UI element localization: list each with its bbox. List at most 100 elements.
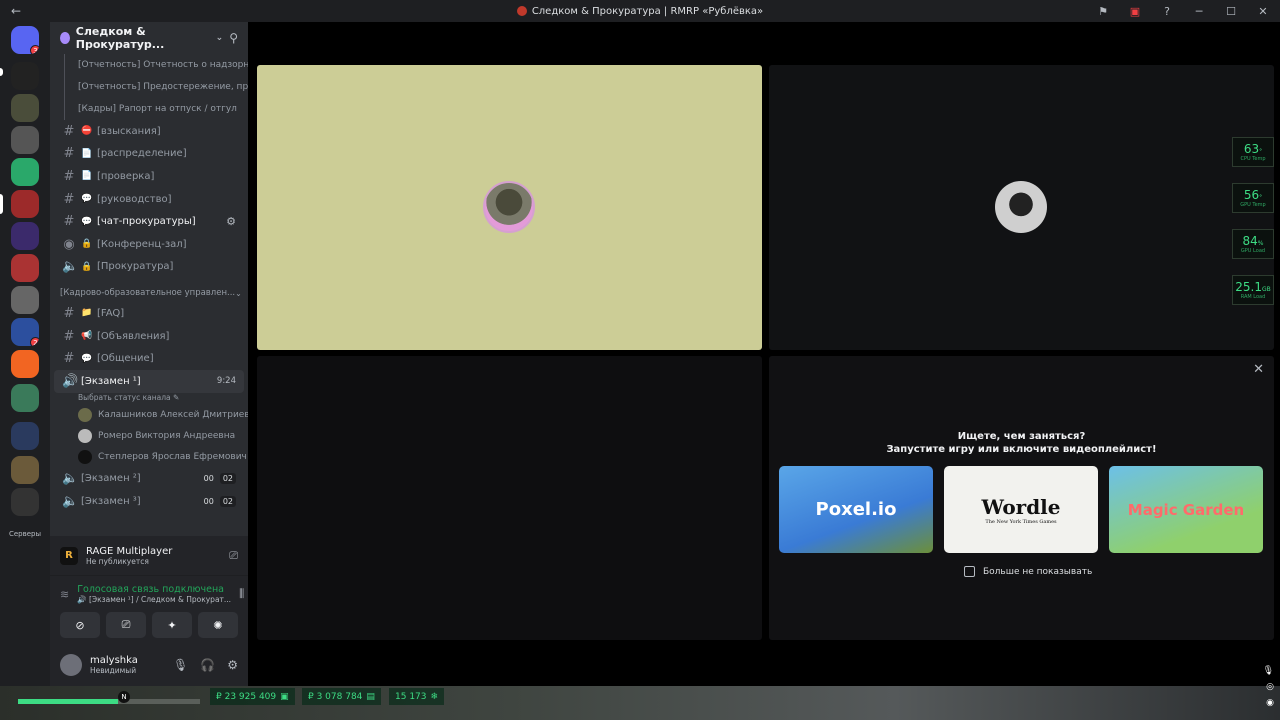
game-list: Poxel.io Wordle The New York Times Games… — [779, 466, 1263, 553]
voice-channel-path[interactable]: 🔊 [Экзамен ¹] / Следком & Прокурат... — [77, 595, 231, 604]
channel-label: [Общение] — [97, 353, 154, 365]
settings-icon[interactable]: ⚙ — [227, 658, 238, 672]
hash-icon: # — [63, 328, 75, 344]
stream-game-icon[interactable]: ⎚ — [229, 549, 238, 563]
voice-channel-item[interactable]: 🔈 [Экзамен ³] 00 02 — [54, 490, 244, 513]
thread-item[interactable]: [Отчетность] Предостережение, пре... — [50, 76, 248, 98]
channel-item[interactable]: # 📄 [проверка] — [54, 165, 244, 188]
server-header[interactable]: Следком & Прокуратур... ⌄ ⚲ — [50, 22, 248, 54]
rage-logo-icon: R — [60, 546, 78, 565]
server-icon-sledkom[interactable] — [11, 190, 39, 218]
cash-value: ₽ 23 925 409 — [216, 691, 277, 702]
server-icon-car[interactable] — [11, 456, 39, 484]
card-icon: ▤ — [366, 691, 375, 702]
participant-tile[interactable] — [769, 65, 1274, 350]
promo-question-line1: Ищете, чем заняться? — [957, 431, 1086, 442]
channel-item[interactable]: # ⛔ [взыскания] — [54, 120, 244, 143]
channel-emoji: 💬 — [81, 216, 93, 227]
game-card-magic-garden[interactable]: Magic Garden — [1109, 466, 1263, 553]
speaker-icon: 🔈 — [62, 493, 79, 509]
servers-label[interactable]: Серверы — [0, 530, 50, 538]
username[interactable]: malyshka — [90, 655, 138, 666]
camera-off-button[interactable]: ⊘ — [60, 612, 100, 638]
server-icon-elite[interactable] — [11, 254, 39, 282]
server-icon-green[interactable] — [11, 158, 39, 186]
soundboard-button[interactable]: ✺ — [198, 612, 238, 638]
signal-icon[interactable]: ≋ — [60, 588, 69, 601]
channel-item-hovered[interactable]: # 💬 [чат-прокуратуры] ⚙ — [54, 210, 244, 233]
discord-home-icon[interactable]: 3 — [11, 26, 39, 54]
channel-item[interactable]: # 📢 [Объявления] — [54, 325, 244, 348]
server-icon-group[interactable] — [11, 126, 39, 154]
close-button[interactable]: ✕ — [1254, 5, 1272, 18]
microphone-icon[interactable]: 🎙 — [173, 658, 188, 672]
dont-show-again[interactable]: Больше не показывать — [964, 566, 1092, 577]
participant-tile[interactable] — [257, 65, 762, 350]
stat-value: 56 — [1243, 188, 1260, 202]
activities-button[interactable]: ✦ — [152, 612, 192, 638]
channel-item[interactable]: # 💬 [руководство] — [54, 188, 244, 211]
stage-channel-item[interactable]: ◉ 🔒 [Конференц-зал] — [54, 233, 244, 256]
flag-icon[interactable]: ⚑ — [1094, 5, 1112, 18]
stat-unit: % — [1257, 240, 1264, 247]
error-monitor-icon[interactable]: ▣ — [1126, 5, 1144, 18]
server-icon-purple[interactable] — [11, 222, 39, 250]
voice-timer: 9:24 — [216, 376, 236, 387]
screen-share-button[interactable]: ⎚ — [106, 612, 146, 638]
voice-user[interactable]: Степлеров Ярослав Ефремович — [50, 447, 248, 468]
channel-item[interactable]: # 📁 [FAQ] — [54, 302, 244, 325]
stat-label: GPU Load — [1240, 248, 1266, 254]
channel-item[interactable]: # 💬 [Общение] — [54, 347, 244, 370]
hw-stat-gpu-temp: 56° GPU Temp — [1232, 183, 1274, 213]
channel-label: [чат-прокуратуры] — [97, 216, 196, 228]
hash-icon: # — [63, 191, 75, 207]
voice-channel-active[interactable]: 🔊 [Экзамен ¹] 9:24 — [54, 369, 244, 393]
minimize-button[interactable]: ─ — [1190, 5, 1208, 18]
voice-user[interactable]: Ромеро Виктория Андреевна — [50, 426, 248, 447]
server-icon-gray[interactable] — [11, 286, 39, 314]
location-hud-icon: ◎ — [1266, 682, 1274, 692]
avatar[interactable] — [60, 654, 82, 676]
channel-status-prompt[interactable]: Выбрать статус канала ✎ — [50, 393, 248, 405]
server-icon-blue[interactable]: 2 — [11, 318, 39, 346]
channel-item[interactable]: # 📄 [распределение] — [54, 143, 244, 166]
participant-tile[interactable] — [257, 356, 762, 640]
headphones-icon[interactable]: 🎧 — [200, 658, 215, 672]
speaker-icon: 🔈 — [62, 259, 79, 275]
server-icon-military[interactable] — [11, 94, 39, 122]
stat-label: GPU Temp — [1240, 202, 1266, 208]
voice-connected-label[interactable]: Голосовая связь подключена — [77, 584, 231, 595]
hw-stat-cpu-temp: 63° CPU Temp — [1232, 137, 1274, 167]
speaker-icon: 🔊 — [62, 373, 79, 389]
channel-label: [Экзамен ¹] — [81, 375, 141, 387]
bank-display: ₽ 3 078 784 ▤ — [302, 688, 381, 705]
server-icon-shop[interactable] — [11, 350, 39, 378]
game-card-poxel[interactable]: Poxel.io — [779, 466, 933, 553]
channel-label: [Конференц-зал] — [97, 238, 187, 250]
dont-show-checkbox[interactable] — [964, 566, 975, 577]
close-icon[interactable]: ✕ — [1253, 362, 1264, 377]
maximize-button[interactable]: ☐ — [1222, 5, 1240, 18]
channel-label: [руководство] — [97, 193, 172, 205]
gear-icon[interactable]: ⚙ — [226, 215, 236, 228]
game-card-wordle[interactable]: Wordle The New York Times Games — [944, 466, 1098, 553]
cash-display: ₽ 23 925 409 ▣ — [210, 688, 295, 705]
thread-item[interactable]: [Кадры] Рапорт на отпуск / отгул — [50, 98, 248, 120]
server-icon-famq[interactable] — [11, 62, 39, 90]
invite-icon[interactable]: ⚲ — [229, 31, 238, 45]
server-folder-icon[interactable] — [11, 384, 39, 412]
thread-item[interactable]: [Отчетность] Отчетность о надзорны... — [50, 54, 248, 76]
server-icon-dark[interactable] — [11, 488, 39, 516]
voice-channel-item[interactable]: 🔈 🔒 [Прокуратура] — [54, 256, 244, 279]
noise-suppression-icon[interactable]: ⫼ — [239, 587, 244, 601]
channel-emoji: 💬 — [81, 353, 93, 364]
server-icon-bg[interactable] — [11, 422, 39, 450]
help-icon[interactable]: ? — [1158, 5, 1176, 18]
voice-user[interactable]: Калашников Алексей Дмитриев... — [50, 405, 248, 426]
back-arrow-icon[interactable]: ← — [0, 4, 32, 18]
hash-icon: # — [63, 146, 75, 162]
user-status: Невидимый — [90, 666, 137, 675]
voice-channel-item[interactable]: 🔈 [Экзамен ²] 00 02 — [54, 468, 244, 491]
category-header[interactable]: [Кадрово-образовательное управлен... ⌄ — [50, 278, 248, 302]
activity-row[interactable]: R RAGE Multiplayer Не публикуется ⎚ — [50, 536, 248, 576]
